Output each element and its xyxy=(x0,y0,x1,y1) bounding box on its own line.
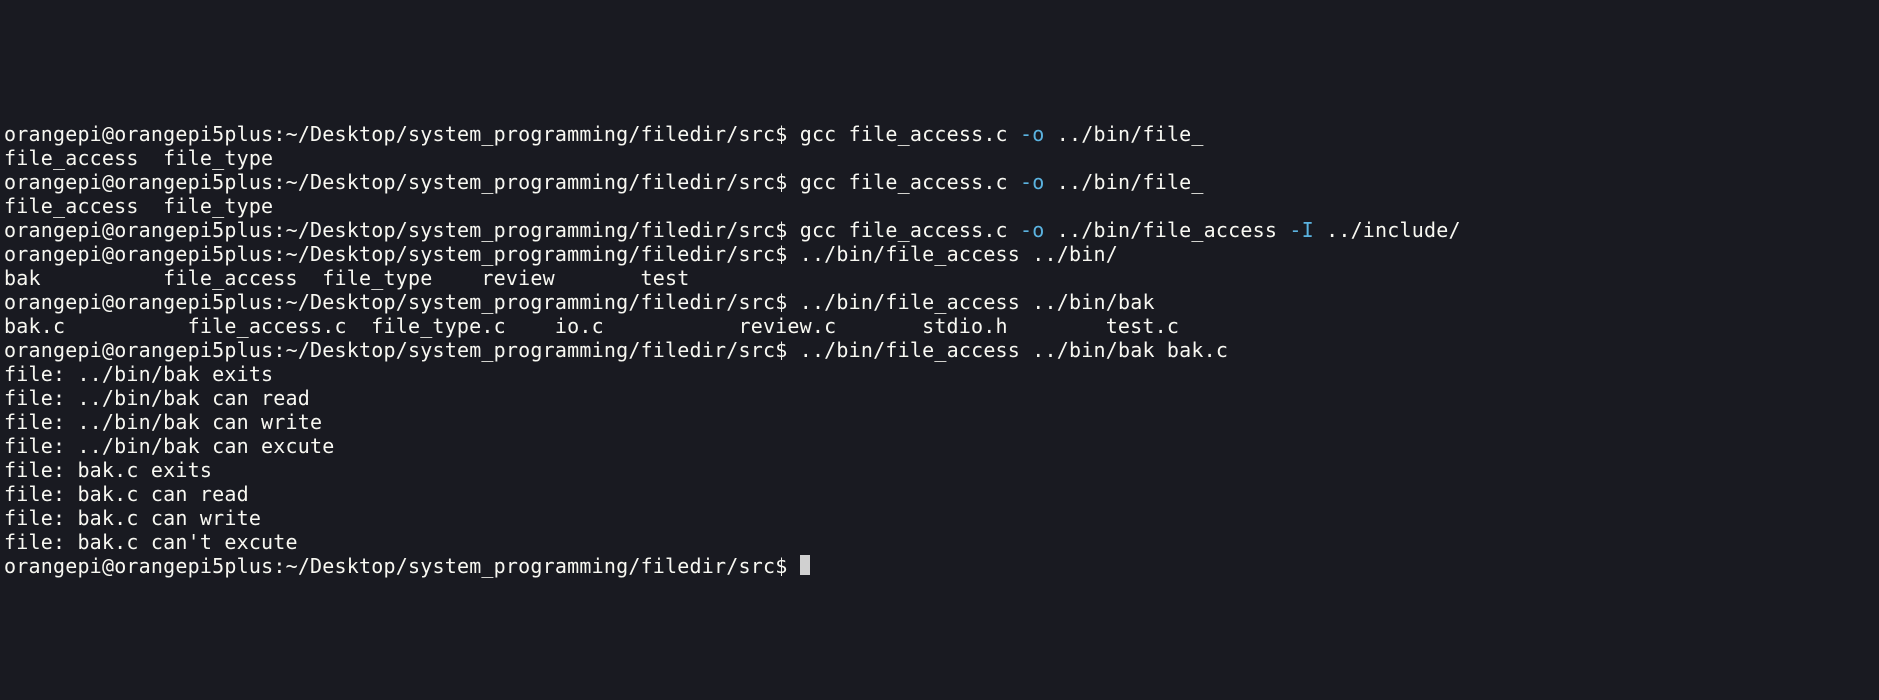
output-text: bak file_access file_type review test xyxy=(4,266,800,290)
shell-prompt: orangepi@orangepi5plus:~/Desktop/system_… xyxy=(4,554,800,578)
output-text: file: bak.c can't excute xyxy=(4,530,298,554)
output-text: file_access file_type xyxy=(4,194,298,218)
prompt-symbol: $ xyxy=(775,218,799,242)
prompt-user: orangepi xyxy=(4,122,102,146)
command-flag: -I xyxy=(1289,218,1313,242)
cursor-icon xyxy=(800,555,810,575)
command-text[interactable]: gcc file_access.c -o ../bin/file_access … xyxy=(800,218,1461,242)
shell-prompt: orangepi@orangepi5plus:~/Desktop/system_… xyxy=(4,338,800,362)
shell-prompt: orangepi@orangepi5plus:~/Desktop/system_… xyxy=(4,122,800,146)
prompt-at: @ xyxy=(102,290,114,314)
command-segment: gcc file_access.c xyxy=(800,122,1020,146)
terminal-command-line: orangepi@orangepi5plus:~/Desktop/system_… xyxy=(4,338,1875,362)
output-text: file: ../bin/bak can read xyxy=(4,386,310,410)
terminal-output-line: file: bak.c exits xyxy=(4,458,1875,482)
prompt-path: ~/Desktop/system_programming/filedir/src xyxy=(286,122,776,146)
prompt-at: @ xyxy=(102,218,114,242)
prompt-host: orangepi5plus xyxy=(114,290,273,314)
prompt-symbol: $ xyxy=(775,338,799,362)
command-text[interactable]: ../bin/file_access ../bin/bak bak.c xyxy=(800,338,1228,362)
terminal-output-line: bak.c file_access.c file_type.c io.c rev… xyxy=(4,314,1875,338)
terminal-output-line: file: bak.c can read xyxy=(4,482,1875,506)
command-flag: -o xyxy=(1020,170,1044,194)
prompt-symbol: $ xyxy=(775,554,799,578)
terminal-output-line: file_access file_type xyxy=(4,146,1875,170)
terminal-command-line: orangepi@orangepi5plus:~/Desktop/system_… xyxy=(4,218,1875,242)
prompt-symbol: $ xyxy=(775,290,799,314)
command-text[interactable]: gcc file_access.c -o ../bin/file_ xyxy=(800,170,1204,194)
prompt-host: orangepi5plus xyxy=(114,242,273,266)
output-text: file_access file_type xyxy=(4,146,298,170)
command-segment: ../bin/file_access ../bin/ xyxy=(800,242,1118,266)
prompt-user: orangepi xyxy=(4,290,102,314)
terminal-command-line: orangepi@orangepi5plus:~/Desktop/system_… xyxy=(4,170,1875,194)
prompt-path: ~/Desktop/system_programming/filedir/src xyxy=(286,170,776,194)
prompt-host: orangepi5plus xyxy=(114,218,273,242)
terminal-command-line: orangepi@orangepi5plus:~/Desktop/system_… xyxy=(4,554,1875,578)
output-text: file: ../bin/bak exits xyxy=(4,362,273,386)
shell-prompt: orangepi@orangepi5plus:~/Desktop/system_… xyxy=(4,170,800,194)
shell-prompt: orangepi@orangepi5plus:~/Desktop/system_… xyxy=(4,218,800,242)
shell-prompt: orangepi@orangepi5plus:~/Desktop/system_… xyxy=(4,242,800,266)
terminal-command-line: orangepi@orangepi5plus:~/Desktop/system_… xyxy=(4,242,1875,266)
prompt-symbol: $ xyxy=(775,242,799,266)
command-segment: ../bin/file_ xyxy=(1045,122,1204,146)
prompt-symbol: $ xyxy=(775,122,799,146)
command-segment: gcc file_access.c xyxy=(800,170,1020,194)
terminal-output-line: file: ../bin/bak exits xyxy=(4,362,1875,386)
prompt-at: @ xyxy=(102,170,114,194)
prompt-path: ~/Desktop/system_programming/filedir/src xyxy=(286,242,776,266)
shell-prompt: orangepi@orangepi5plus:~/Desktop/system_… xyxy=(4,290,800,314)
command-text[interactable]: gcc file_access.c -o ../bin/file_ xyxy=(800,122,1204,146)
output-text: bak.c file_access.c file_type.c io.c rev… xyxy=(4,314,1289,338)
command-segment: ../bin/file_access ../bin/bak bak.c xyxy=(800,338,1228,362)
prompt-host: orangepi5plus xyxy=(114,338,273,362)
command-segment: ../include/ xyxy=(1314,218,1461,242)
command-segment: ../bin/file_ xyxy=(1045,170,1204,194)
terminal-output-line: file: bak.c can write xyxy=(4,506,1875,530)
terminal-output-line: file: ../bin/bak can excute xyxy=(4,434,1875,458)
terminal-output-line: file: ../bin/bak can write xyxy=(4,410,1875,434)
command-text[interactable]: ../bin/file_access ../bin/ xyxy=(800,242,1118,266)
terminal-command-line: orangepi@orangepi5plus:~/Desktop/system_… xyxy=(4,290,1875,314)
prompt-path: ~/Desktop/system_programming/filedir/src xyxy=(286,218,776,242)
prompt-path: ~/Desktop/system_programming/filedir/src xyxy=(286,554,776,578)
prompt-user: orangepi xyxy=(4,170,102,194)
output-text: file: bak.c exits xyxy=(4,458,212,482)
terminal-output-line: bak file_access file_type review test xyxy=(4,266,1875,290)
command-segment: ../bin/file_access xyxy=(1045,218,1290,242)
prompt-host: orangepi5plus xyxy=(114,122,273,146)
command-segment: ../bin/file_access ../bin/bak xyxy=(800,290,1155,314)
command-flag: -o xyxy=(1020,218,1044,242)
output-text: file: bak.c can write xyxy=(4,506,261,530)
prompt-path: ~/Desktop/system_programming/filedir/src xyxy=(286,338,776,362)
prompt-at: @ xyxy=(102,338,114,362)
output-text: file: bak.c can read xyxy=(4,482,249,506)
prompt-at: @ xyxy=(102,554,114,578)
prompt-path: ~/Desktop/system_programming/filedir/src xyxy=(286,290,776,314)
prompt-symbol: $ xyxy=(775,170,799,194)
terminal[interactable]: orangepi@orangepi5plus:~/Desktop/system_… xyxy=(0,120,1879,580)
terminal-output-line: file_access file_type xyxy=(4,194,1875,218)
terminal-output-line: file: bak.c can't excute xyxy=(4,530,1875,554)
prompt-at: @ xyxy=(102,122,114,146)
output-text: file: ../bin/bak can write xyxy=(4,410,322,434)
terminal-command-line: orangepi@orangepi5plus:~/Desktop/system_… xyxy=(4,122,1875,146)
prompt-user: orangepi xyxy=(4,554,102,578)
command-text[interactable]: ../bin/file_access ../bin/bak xyxy=(800,290,1155,314)
command-flag: -o xyxy=(1020,122,1044,146)
prompt-user: orangepi xyxy=(4,242,102,266)
prompt-host: orangepi5plus xyxy=(114,554,273,578)
prompt-user: orangepi xyxy=(4,218,102,242)
prompt-host: orangepi5plus xyxy=(114,170,273,194)
prompt-user: orangepi xyxy=(4,338,102,362)
terminal-output-line: file: ../bin/bak can read xyxy=(4,386,1875,410)
output-text: file: ../bin/bak can excute xyxy=(4,434,335,458)
prompt-at: @ xyxy=(102,242,114,266)
command-segment: gcc file_access.c xyxy=(800,218,1020,242)
